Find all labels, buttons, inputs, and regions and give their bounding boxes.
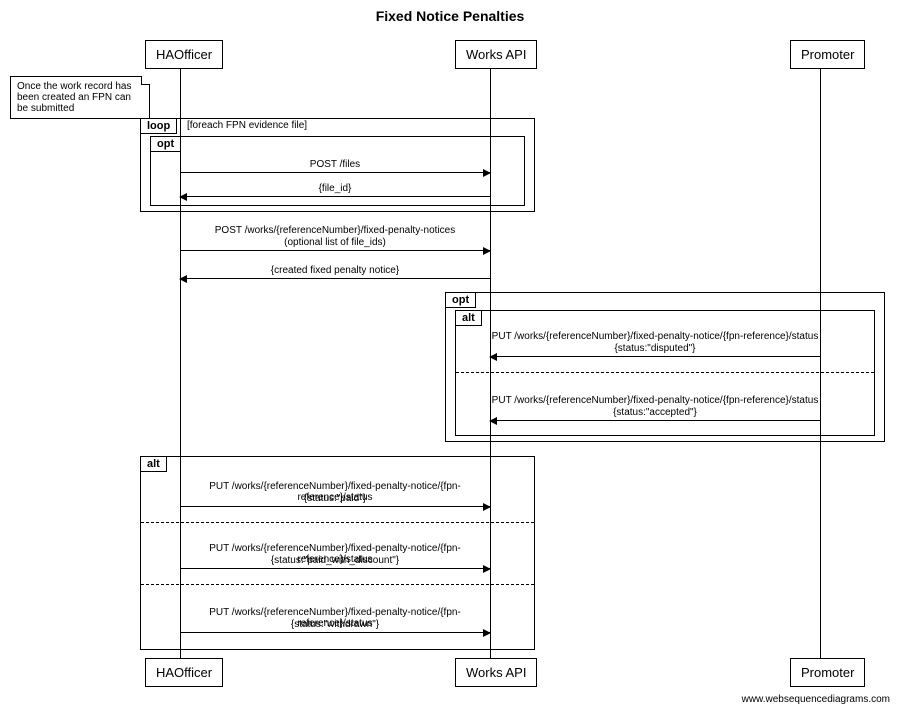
separator-ha-alt-1 bbox=[141, 522, 534, 523]
message-post-fpn-label: POST /works/{referenceNumber}/fixed-pena… bbox=[180, 225, 490, 236]
actor-worksapi-top: Works API bbox=[455, 40, 537, 69]
message-file-id-label: {file_id} bbox=[180, 183, 490, 194]
message-put-paid-label2: {status:"paid"} bbox=[180, 493, 490, 504]
message-put-accepted-label2: {status:"accepted"} bbox=[490, 407, 820, 418]
actor-haofficer-top: HAOfficer bbox=[145, 40, 223, 69]
message-created-fpn-label: {created fixed penalty notice} bbox=[180, 265, 490, 276]
message-file-id: {file_id} bbox=[180, 196, 490, 197]
actor-promoter-top: Promoter bbox=[790, 40, 865, 69]
actor-promoter-bottom: Promoter bbox=[790, 658, 865, 687]
message-put-disputed-label2: {status:"disputed"} bbox=[490, 343, 820, 354]
message-post-fpn: POST /works/{referenceNumber}/fixed-pena… bbox=[180, 250, 490, 251]
separator-ha-alt-2 bbox=[141, 584, 534, 585]
fragment-alt-ha-label: alt bbox=[141, 457, 167, 472]
separator-promoter-alt bbox=[456, 372, 874, 373]
fragment-loop-label: loop bbox=[141, 119, 177, 134]
message-post-files: POST /files bbox=[180, 172, 490, 173]
actor-haofficer-bottom: HAOfficer bbox=[145, 658, 223, 687]
message-put-paid-discount: PUT /works/{referenceNumber}/fixed-penal… bbox=[180, 568, 490, 569]
message-put-paid-discount-label2: {status:"paid_with_discount"} bbox=[180, 555, 490, 566]
message-put-accepted: PUT /works/{referenceNumber}/fixed-penal… bbox=[490, 420, 820, 421]
diagram-title: Fixed Notice Penalties bbox=[0, 8, 900, 24]
message-put-disputed-label: PUT /works/{referenceNumber}/fixed-penal… bbox=[490, 331, 820, 342]
message-post-files-label: POST /files bbox=[180, 159, 490, 170]
fragment-opt-promoter-label: opt bbox=[446, 293, 476, 308]
message-put-withdrawn: PUT /works/{referenceNumber}/fixed-penal… bbox=[180, 632, 490, 633]
fragment-opt-files-label: opt bbox=[151, 137, 181, 152]
message-created-fpn: {created fixed penalty notice} bbox=[180, 278, 490, 279]
message-post-fpn-label2: (optional list of file_ids) bbox=[180, 237, 490, 248]
footer-credit: www.websequencediagrams.com bbox=[742, 694, 890, 705]
message-put-paid: PUT /works/{referenceNumber}/fixed-penal… bbox=[180, 506, 490, 507]
message-put-accepted-label: PUT /works/{referenceNumber}/fixed-penal… bbox=[490, 395, 820, 406]
note-fpn: Once the work record has been created an… bbox=[10, 76, 150, 119]
actor-worksapi-bottom: Works API bbox=[455, 658, 537, 687]
message-put-withdrawn-label2: {status:"withdrawn"} bbox=[180, 619, 490, 630]
fragment-loop-condition: [foreach FPN evidence file] bbox=[187, 120, 307, 131]
message-put-disputed: PUT /works/{referenceNumber}/fixed-penal… bbox=[490, 356, 820, 357]
fragment-alt-promoter-label: alt bbox=[456, 311, 482, 326]
